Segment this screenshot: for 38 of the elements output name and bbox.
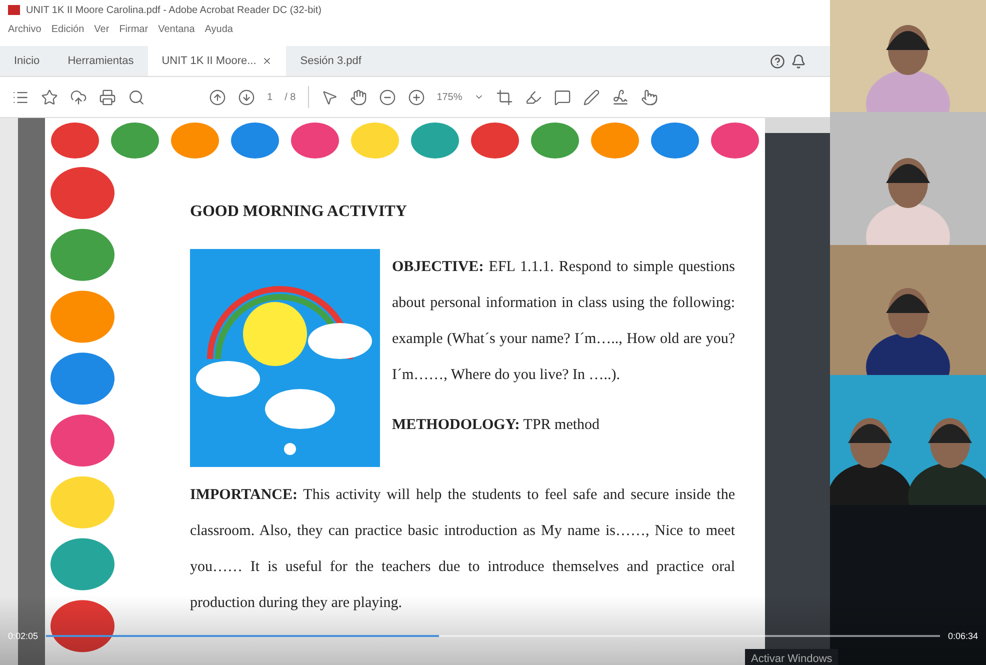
pen-icon[interactable]: [583, 88, 600, 106]
menu-item[interactable]: Ventana: [158, 24, 195, 34]
paragraph: OBJECTIVE: EFL 1.1.1. Respond to simple questions about personal information in class using the following: example (What´s your name? I´m….., How old are you? I´m……, Where do you live? In …..).: [392, 258, 735, 385]
notice-text: Activar Windows: [745, 649, 838, 665]
page-count: / 8: [284, 92, 296, 102]
search-icon[interactable]: [128, 88, 145, 106]
menu-item[interactable]: Ayuda: [204, 24, 233, 34]
zoom-dropdown[interactable]: 175%: [436, 92, 462, 102]
hand-icon[interactable]: [350, 88, 367, 106]
zoom-out-icon[interactable]: [378, 88, 396, 106]
close-icon[interactable]: [262, 56, 272, 66]
paragraph: METHODOLOGY: TPR method: [392, 416, 601, 435]
tab[interactable]: UNIT 1K II Moore...: [148, 46, 286, 76]
zoom-in-icon[interactable]: [408, 88, 425, 106]
cloud-upload-icon[interactable]: [70, 88, 87, 106]
pointing-hand-icon[interactable]: [641, 88, 658, 106]
window-title: UNIT 1K II Moore Carolina.pdf - Adobe Acrobat Reader DC (32-bit): [26, 4, 322, 16]
app-icon: [8, 5, 20, 15]
comment-icon[interactable]: [554, 88, 572, 106]
highlighter-icon[interactable]: [525, 88, 542, 106]
print-icon[interactable]: [99, 88, 116, 106]
duration-time: 0:06:34: [948, 631, 978, 641]
menu-item[interactable]: Firmar: [119, 24, 148, 34]
signature-icon[interactable]: [612, 88, 630, 106]
menu-item[interactable]: Archivo: [8, 24, 42, 34]
menu-item[interactable]: Ver: [94, 24, 110, 34]
page-number-field[interactable]: 1: [267, 92, 273, 102]
heading: GOOD MORNING ACTIVITY: [190, 203, 408, 221]
pointer-icon[interactable]: [320, 88, 338, 106]
star-icon[interactable]: [41, 88, 58, 106]
crop-icon[interactable]: [496, 88, 514, 106]
help-icon[interactable]: [770, 54, 785, 68]
menu-item[interactable]: Edición: [51, 24, 84, 34]
paragraph: IMPORTANCE: This activity will help the students to feel safe and secure inside the classroom. Also, they can practice basic introduction as My name is……, Nice to meet you…… It is useful for the teachers due to introduce themselves and practice oral production during they are playing.: [190, 486, 735, 613]
bell-icon[interactable]: [791, 54, 806, 68]
tab[interactable]: Herramientas: [54, 46, 148, 76]
tab[interactable]: Sesión 3.pdf: [286, 46, 376, 76]
tab[interactable]: Inicio: [0, 46, 54, 76]
